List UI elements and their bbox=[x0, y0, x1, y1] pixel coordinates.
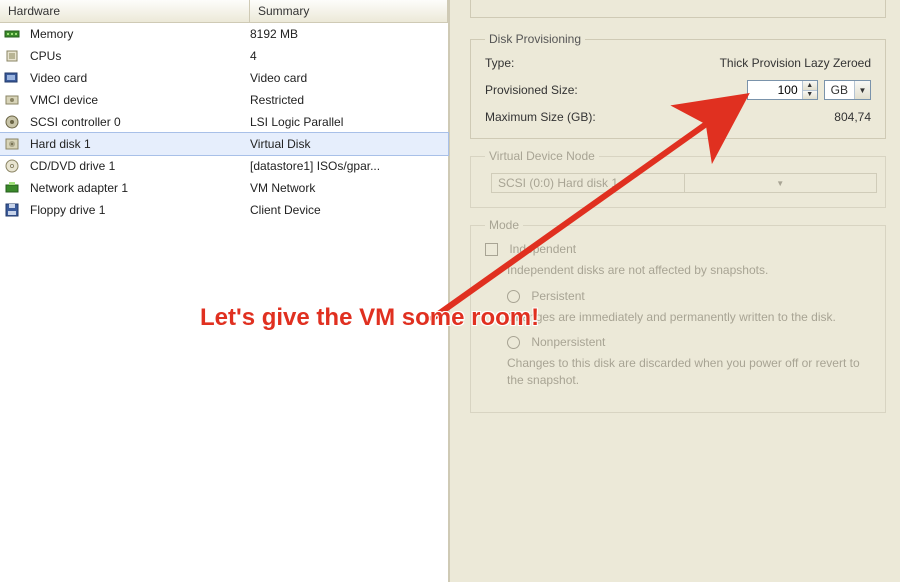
device-node-combo: SCSI (0:0) Hard disk 1 ▼ bbox=[491, 173, 877, 193]
hardware-summary: 8192 MB bbox=[250, 27, 444, 41]
settings-panel: Disk Provisioning Type: Thick Provision … bbox=[452, 0, 900, 582]
panel-divider bbox=[470, 0, 886, 18]
device-node-value: SCSI (0:0) Hard disk 1 bbox=[492, 174, 684, 192]
table-row[interactable]: Hard disk 1Virtual Disk bbox=[0, 133, 448, 155]
disk-icon bbox=[4, 136, 20, 152]
size-unit-value: GB bbox=[825, 81, 854, 99]
hardware-name: Video card bbox=[30, 71, 250, 85]
hardware-summary: Client Device bbox=[250, 203, 444, 217]
hardware-table-header: Hardware Summary bbox=[0, 0, 448, 23]
hardware-panel: Hardware Summary Memory8192 MBCPUs4Video… bbox=[0, 0, 450, 582]
hardware-name: Memory bbox=[30, 27, 250, 41]
table-row[interactable]: CD/DVD drive 1[datastore1] ISOs/gpar... bbox=[0, 155, 448, 177]
hardware-summary: Restricted bbox=[250, 93, 444, 107]
floppy-icon bbox=[4, 202, 20, 218]
independent-checkbox bbox=[485, 243, 498, 256]
cd-icon bbox=[4, 158, 20, 174]
disk-provisioning-legend: Disk Provisioning bbox=[485, 32, 585, 46]
hardware-name: Network adapter 1 bbox=[30, 181, 250, 195]
type-value: Thick Provision Lazy Zeroed bbox=[635, 56, 871, 70]
vmci-icon bbox=[4, 92, 20, 108]
independent-label: Independent bbox=[509, 242, 576, 256]
stepper-up-icon[interactable]: ▲ bbox=[803, 81, 817, 91]
type-label: Type: bbox=[485, 56, 635, 70]
hardware-name: SCSI controller 0 bbox=[30, 115, 250, 129]
hardware-name: Floppy drive 1 bbox=[30, 203, 250, 217]
cpu-icon bbox=[4, 48, 20, 64]
nic-icon bbox=[4, 180, 20, 196]
table-row[interactable]: CPUs4 bbox=[0, 45, 448, 67]
hardware-summary: LSI Logic Parallel bbox=[250, 115, 444, 129]
annotation-text: Let's give the VM some room! bbox=[200, 304, 539, 332]
table-row[interactable]: Memory8192 MB bbox=[0, 23, 448, 45]
table-row[interactable]: Video cardVideo card bbox=[0, 67, 448, 89]
video-icon bbox=[4, 70, 20, 86]
virtual-device-node-legend: Virtual Device Node bbox=[485, 149, 599, 163]
nonpersistent-label: Nonpersistent bbox=[531, 335, 605, 349]
table-row[interactable]: Network adapter 1VM Network bbox=[0, 177, 448, 199]
virtual-device-node-group: Virtual Device Node SCSI (0:0) Hard disk… bbox=[470, 149, 886, 208]
hardware-summary: 4 bbox=[250, 49, 444, 63]
persistent-label: Persistent bbox=[531, 289, 584, 303]
hardware-name: VMCI device bbox=[30, 93, 250, 107]
persistent-desc: Changes are immediately and permanently … bbox=[507, 309, 871, 325]
table-row[interactable]: Floppy drive 1Client Device bbox=[0, 199, 448, 221]
hardware-summary: Virtual Disk bbox=[250, 137, 444, 151]
table-row[interactable]: SCSI controller 0LSI Logic Parallel bbox=[0, 111, 448, 133]
hardware-name: CPUs bbox=[30, 49, 250, 63]
provisioned-size-label: Provisioned Size: bbox=[485, 83, 635, 97]
persistent-radio bbox=[507, 290, 520, 303]
hardware-name: Hard disk 1 bbox=[30, 137, 250, 151]
table-row[interactable]: VMCI deviceRestricted bbox=[0, 89, 448, 111]
max-size-value: 804,74 bbox=[655, 110, 871, 124]
chevron-down-icon[interactable]: ▼ bbox=[854, 81, 870, 99]
hardware-summary: VM Network bbox=[250, 181, 444, 195]
size-unit-combo[interactable]: GB ▼ bbox=[824, 80, 871, 100]
independent-desc: Independent disks are not affected by sn… bbox=[507, 262, 871, 278]
memory-icon bbox=[4, 26, 20, 42]
max-size-label: Maximum Size (GB): bbox=[485, 110, 655, 124]
disk-provisioning-group: Disk Provisioning Type: Thick Provision … bbox=[470, 32, 886, 139]
hardware-name: CD/DVD drive 1 bbox=[30, 159, 250, 173]
provisioned-size-input[interactable] bbox=[748, 81, 802, 99]
hardware-summary: [datastore1] ISOs/gpar... bbox=[250, 159, 444, 173]
nonpersistent-desc: Changes to this disk are discarded when … bbox=[507, 355, 871, 387]
nonpersistent-radio bbox=[507, 336, 520, 349]
stepper-down-icon[interactable]: ▼ bbox=[803, 91, 817, 100]
column-header-hardware[interactable]: Hardware bbox=[0, 0, 250, 22]
column-header-summary[interactable]: Summary bbox=[250, 0, 448, 22]
mode-legend: Mode bbox=[485, 218, 523, 232]
chevron-down-icon: ▼ bbox=[684, 174, 877, 192]
scsi-icon bbox=[4, 114, 20, 130]
provisioned-size-stepper[interactable]: ▲ ▼ bbox=[747, 80, 818, 100]
hardware-summary: Video card bbox=[250, 71, 444, 85]
